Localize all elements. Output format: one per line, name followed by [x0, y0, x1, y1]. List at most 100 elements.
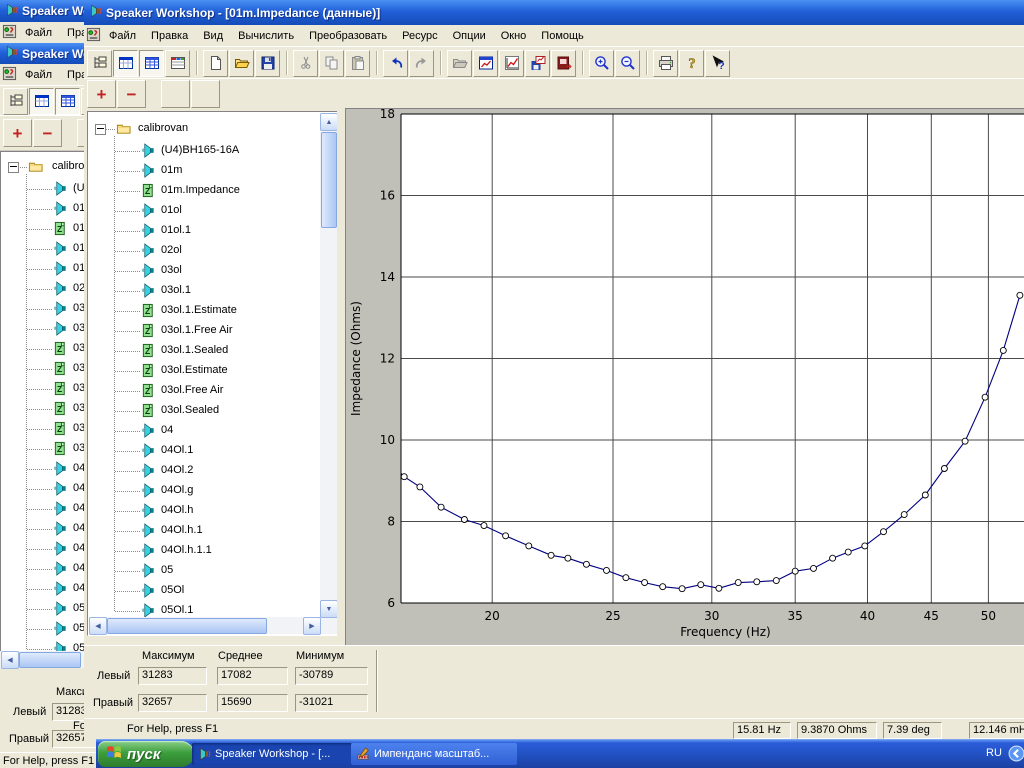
vertical-scrollbar[interactable]: ▲ ▼ — [320, 113, 337, 634]
tree-item[interactable]: 05Ol — [89, 582, 320, 600]
help-button[interactable]: ? — [679, 50, 704, 77]
tree-item[interactable]: 05 — [89, 562, 320, 580]
scroll-left-button[interactable]: ◀ — [89, 617, 107, 635]
tree-item[interactable]: 05Ol — [2, 620, 88, 638]
chart-save-button[interactable] — [525, 50, 550, 77]
scroll-left-button[interactable]: ◀ — [1, 651, 19, 669]
blank-1-button[interactable] — [161, 80, 190, 108]
menu-item-0[interactable]: Файл — [18, 24, 59, 42]
undo-button[interactable] — [383, 50, 408, 77]
tree-item[interactable]: 01m — [2, 200, 88, 218]
tree-item[interactable]: Z01m.Impedance — [2, 220, 88, 238]
tree-item[interactable]: 01ol — [2, 240, 88, 258]
tree-item[interactable]: 04Ol.h.1 — [2, 560, 88, 578]
tree-item[interactable]: Z03ol.1.Estimate — [2, 340, 88, 358]
menu-item-6[interactable]: Опции — [446, 27, 493, 45]
tree-item[interactable]: 01m — [89, 162, 320, 180]
tree-item[interactable]: 03ol — [2, 300, 88, 318]
tree-item[interactable]: 04Ol.h — [2, 540, 88, 558]
tree-item[interactable]: 04 — [89, 422, 320, 440]
tree-item[interactable]: 04Ol.h.1.1 — [89, 542, 320, 560]
remove-point-button[interactable]: − — [33, 119, 62, 147]
add-point-button[interactable]: + — [87, 80, 116, 108]
language-indicator[interactable]: RU — [986, 747, 1002, 759]
window-titlebar[interactable]: Speaker Workshop — [0, 0, 86, 22]
tree-item[interactable]: Z03ol.Free Air — [2, 420, 88, 438]
scroll-up-button[interactable]: ▲ — [320, 113, 338, 131]
horizontal-scrollbar[interactable]: ◀ — [0, 651, 88, 668]
tree-item[interactable]: 01ol — [89, 202, 320, 220]
view-grid-button[interactable] — [139, 50, 164, 77]
tree-item[interactable]: 01ol.1 — [89, 222, 320, 240]
tree-item[interactable]: 04Ol.1 — [89, 442, 320, 460]
menu-item-5[interactable]: Ресурс — [395, 27, 444, 45]
tree-item[interactable]: Z03ol.1.Sealed — [2, 380, 88, 398]
tray-collapse-icon[interactable] — [1008, 745, 1024, 765]
chart-line-button[interactable] — [499, 50, 524, 77]
tree-item[interactable]: Z03ol.1.Sealed — [89, 342, 320, 360]
open-button[interactable] — [229, 50, 254, 77]
view-datasheet-button[interactable] — [29, 88, 54, 115]
tree-item[interactable]: Z03ol.Sealed — [89, 402, 320, 420]
add-point-button[interactable]: + — [3, 119, 32, 147]
blank-2-button[interactable] — [191, 80, 220, 108]
scroll-right-button[interactable]: ▶ — [303, 617, 321, 635]
window-titlebar[interactable]: Speaker Workshop - [01m.Impedance (данны… — [84, 0, 1024, 25]
tree-item[interactable]: 03ol.1 — [89, 282, 320, 300]
tree-item[interactable]: Z03ol.1.Estimate — [89, 302, 320, 320]
tree-item[interactable]: 04Ol.h.1.1 — [2, 580, 88, 598]
menu-item-8[interactable]: Помощь — [534, 27, 591, 45]
menu-item-1[interactable]: Правка — [144, 27, 195, 45]
menu-item-0[interactable]: Файл — [102, 27, 143, 45]
view-datasheet-button[interactable] — [113, 50, 138, 77]
scrollbar-thumb[interactable] — [107, 618, 267, 634]
toggle-tree-button[interactable] — [87, 50, 112, 77]
scroll-down-button[interactable]: ▼ — [320, 600, 338, 618]
window-titlebar[interactable]: Speaker Workshop — [0, 43, 97, 64]
tree-item[interactable]: Z01m.Impedance — [89, 182, 320, 200]
tree-item[interactable]: 04Ol.h — [89, 502, 320, 520]
tree-item[interactable]: 04Ol.2 — [2, 500, 88, 518]
tree-item[interactable]: 04Ol.1 — [2, 480, 88, 498]
tree-folder-row[interactable]: calibrovan — [89, 120, 320, 138]
tree-item[interactable]: 03ol — [89, 262, 320, 280]
start-button[interactable]: пуск — [98, 741, 194, 767]
tree-item[interactable]: 04Ol.g — [2, 520, 88, 538]
tree-item[interactable]: 02ol — [89, 242, 320, 260]
tree-item[interactable]: Z03ol.1.Free Air — [89, 322, 320, 340]
tree-item[interactable]: 04Ol.h.1 — [89, 522, 320, 540]
menu-item-7[interactable]: Окно — [494, 27, 534, 45]
tree-item[interactable]: 04 — [2, 460, 88, 478]
scrollbar-thumb[interactable] — [321, 132, 337, 228]
tree-folder-row[interactable]: calibrovan — [2, 158, 88, 176]
menu-item-0[interactable]: Файл — [18, 66, 59, 84]
zoom-out-button[interactable] — [615, 50, 640, 77]
tree-item[interactable]: (U4)BH165-16A — [89, 142, 320, 160]
tree-item[interactable]: 05 — [2, 600, 88, 618]
splitter[interactable] — [337, 108, 345, 645]
tree-item[interactable]: Z03ol.Estimate — [2, 400, 88, 418]
remove-point-button[interactable]: − — [117, 80, 146, 108]
tree-item[interactable]: Z03ol.Free Air — [89, 382, 320, 400]
tree-item[interactable]: Z03ol.Estimate — [89, 362, 320, 380]
chart-window-button[interactable] — [473, 50, 498, 77]
scrollbar-thumb[interactable] — [19, 652, 81, 668]
view-combo-button[interactable] — [165, 50, 190, 77]
task-button[interactable]: Speaker Workshop - [... — [192, 743, 352, 765]
tree-item[interactable]: Z03ol.1.Free Air — [2, 360, 88, 378]
menu-item-1[interactable]: Правка — [60, 24, 86, 42]
tree-item[interactable]: 02ol — [2, 280, 88, 298]
view-grid-button[interactable] — [55, 88, 80, 115]
tree-item[interactable]: 01ol.1 — [2, 260, 88, 278]
zoom-in-button[interactable] — [589, 50, 614, 77]
chart-export-button[interactable] — [551, 50, 576, 77]
print-button[interactable] — [653, 50, 678, 77]
menu-item-3[interactable]: Вычислить — [231, 27, 301, 45]
tree-item[interactable]: 04Ol.2 — [89, 462, 320, 480]
menu-item-2[interactable]: Вид — [196, 27, 230, 45]
tree-item[interactable]: 05Ol.1 — [89, 602, 320, 617]
tree-item[interactable]: 04Ol.g — [89, 482, 320, 500]
tree-item[interactable]: 03ol.1 — [2, 320, 88, 338]
new-button[interactable] — [203, 50, 228, 77]
save-button[interactable] — [255, 50, 280, 77]
